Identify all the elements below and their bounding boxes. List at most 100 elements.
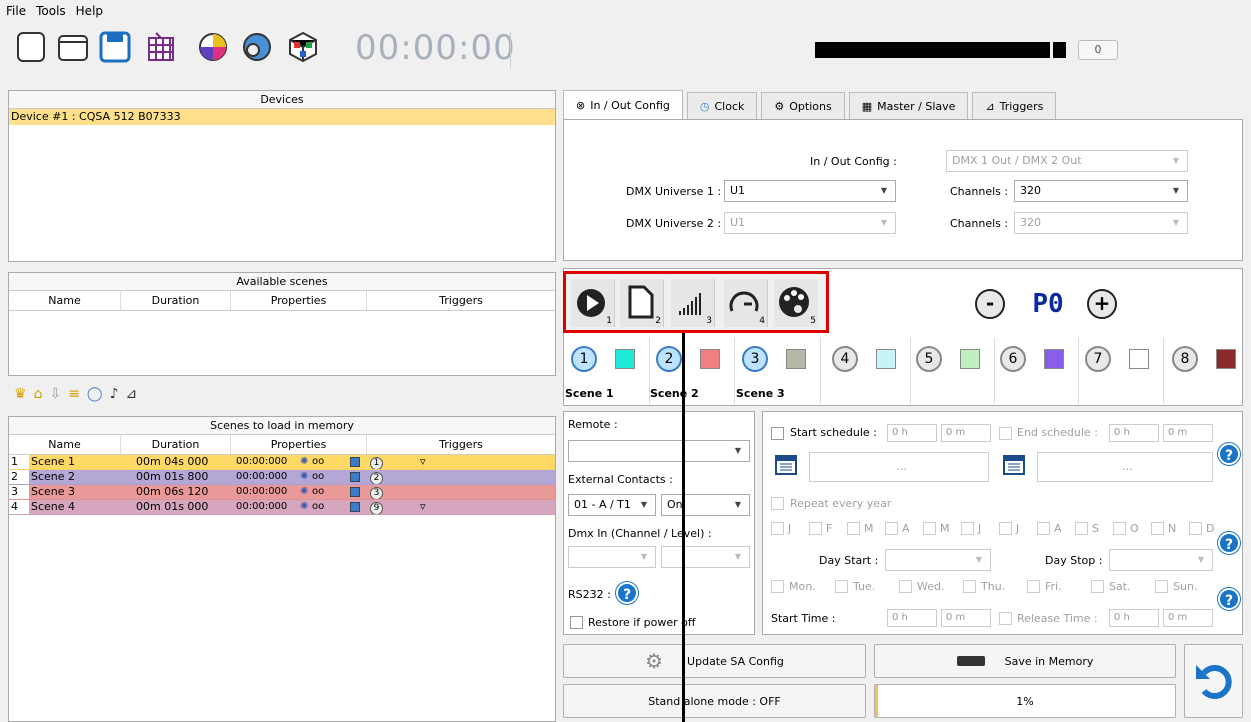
bars-icon[interactable]: ≡	[68, 386, 80, 402]
table-row[interactable]: 2 Scene 2 00m 01s 800 00:00:000 ✺ oo 2	[9, 470, 555, 485]
standalone-mode-button[interactable]: Stand alone mode : OFF	[563, 684, 866, 718]
table-row[interactable]: 1 Scene 1 00m 04s 000 00:00:000 ✺ oo 1 ▿	[9, 455, 555, 470]
dmx-in-level-select[interactable]: ▼	[661, 546, 750, 568]
end-date-field[interactable]: ...	[1037, 452, 1213, 482]
start-time-minute-spin[interactable]: 0 m	[941, 609, 991, 627]
scene-slot-color-swatch[interactable]	[615, 349, 635, 369]
day-checkbox[interactable]	[899, 580, 912, 593]
month-checkbox[interactable]	[999, 522, 1012, 535]
month-checkbox[interactable]	[809, 522, 822, 535]
down-arrow-icon[interactable]: ⇩	[49, 386, 61, 402]
day-checkbox[interactable]	[1091, 580, 1104, 593]
col-properties[interactable]: Properties	[231, 435, 367, 454]
month-checkbox[interactable]	[1151, 522, 1164, 535]
channels-2-select[interactable]: 320 ▼	[1014, 212, 1188, 234]
month-checkbox[interactable]	[1189, 522, 1202, 535]
device-row[interactable]: Device #1 : CQSA 512 B07333	[9, 109, 555, 125]
menu-tools[interactable]: Tools	[36, 4, 66, 18]
start-hour-spin[interactable]: 0 h	[887, 424, 937, 442]
start-schedule-checkbox[interactable]	[771, 427, 784, 440]
col-name[interactable]: Name	[9, 291, 121, 310]
undo-button[interactable]	[1184, 644, 1243, 718]
rs232-help-icon[interactable]: ?	[616, 582, 638, 604]
scene-slot-color-swatch[interactable]	[786, 349, 806, 369]
calendar-icon[interactable]	[775, 453, 797, 475]
scene-slot-5-button[interactable]: 5	[916, 346, 942, 372]
scene-slot-color-swatch[interactable]	[876, 349, 896, 369]
col-name[interactable]: Name	[9, 435, 121, 454]
scene-slot-color-swatch[interactable]	[1129, 349, 1149, 369]
scene-slot-color-swatch[interactable]	[700, 349, 720, 369]
page-button[interactable]: 2	[620, 279, 664, 327]
scene-slot-6-button[interactable]: 6	[1000, 346, 1026, 372]
day-checkbox[interactable]	[771, 580, 784, 593]
time-help-icon[interactable]: ?	[1218, 588, 1240, 610]
month-checkbox[interactable]	[1037, 522, 1050, 535]
tab-triggers[interactable]: ⊿ Triggers	[972, 92, 1057, 120]
start-date-field[interactable]: ...	[809, 452, 989, 482]
scene-slot-color-swatch[interactable]	[1216, 349, 1236, 369]
month-checkbox[interactable]	[961, 522, 974, 535]
scene-slot-7-button[interactable]: 7	[1085, 346, 1111, 372]
scene-slot-8-button[interactable]: 8	[1172, 346, 1198, 372]
scene-slot-color-swatch[interactable]	[960, 349, 980, 369]
table-row[interactable]: 4 Scene 4 00m 01s 000 00:00:000 ✺ oo 9 ▿	[9, 500, 555, 515]
program-plus-button[interactable]: +	[1087, 289, 1117, 319]
new-file-icon[interactable]	[14, 30, 48, 64]
month-checkbox[interactable]	[923, 522, 936, 535]
channels-1-select[interactable]: 320 ▼	[1014, 180, 1188, 202]
scene-slot-4-button[interactable]: 4	[832, 346, 858, 372]
tab-master-slave[interactable]: ▦ Master / Slave	[848, 92, 969, 120]
col-duration[interactable]: Duration	[121, 435, 231, 454]
tab-options[interactable]: ⚙ Options	[761, 92, 845, 120]
up-arrow-icon[interactable]: ⌂	[34, 386, 43, 402]
cube-icon[interactable]	[286, 30, 320, 64]
trigger-icon[interactable]: ⊿	[126, 386, 138, 402]
signal-button[interactable]: 3	[671, 279, 715, 327]
month-checkbox[interactable]	[1113, 522, 1126, 535]
release-hour-spin[interactable]: 0 h	[1109, 609, 1159, 627]
external-state-select[interactable]: On ▼	[661, 494, 750, 516]
sound-icon[interactable]: ♪	[110, 386, 119, 402]
scene-slot-color-swatch[interactable]	[1044, 349, 1064, 369]
table-row[interactable]: 3 Scene 3 00m 06s 120 00:00:000 ✺ oo 3	[9, 485, 555, 500]
calendar-icon[interactable]	[1003, 453, 1025, 475]
end-minute-spin[interactable]: 0 m	[1163, 424, 1213, 442]
dmx-universe-2-select[interactable]: U1 ▼	[724, 212, 896, 234]
day-stop-select[interactable]: ▼	[1109, 549, 1213, 571]
open-folder-icon[interactable]	[56, 30, 90, 64]
days-help-icon[interactable]: ?	[1218, 532, 1240, 554]
dmx-in-channel-select[interactable]: ▼	[568, 546, 656, 568]
settings-globe-icon[interactable]	[240, 30, 274, 64]
circle-icon[interactable]: ◯	[87, 386, 103, 402]
col-properties[interactable]: Properties	[231, 291, 367, 310]
month-checkbox[interactable]	[1075, 522, 1088, 535]
io-config-select[interactable]: DMX 1 Out / DMX 2 Out ▼	[946, 150, 1188, 172]
col-triggers[interactable]: Triggers	[367, 435, 555, 454]
month-checkbox[interactable]	[885, 522, 898, 535]
schedule-help-icon[interactable]: ?	[1218, 443, 1240, 465]
month-checkbox[interactable]	[771, 522, 784, 535]
save-in-memory-button[interactable]: Save in Memory	[874, 644, 1176, 678]
save-icon[interactable]	[98, 30, 132, 64]
palette-button[interactable]: 5	[774, 279, 818, 327]
month-checkbox[interactable]	[847, 522, 860, 535]
scene-slot-3-button[interactable]: 3	[742, 346, 768, 372]
scene-slot-2-button[interactable]: 2	[656, 346, 682, 372]
crown-icon[interactable]: ♛	[14, 386, 27, 402]
repeat-year-checkbox[interactable]	[771, 497, 784, 510]
release-minute-spin[interactable]: 0 m	[1163, 609, 1213, 627]
day-checkbox[interactable]	[1027, 580, 1040, 593]
tab-clock[interactable]: ◷ Clock	[686, 92, 758, 120]
day-start-select[interactable]: ▼	[885, 549, 991, 571]
start-minute-spin[interactable]: 0 m	[941, 424, 991, 442]
restore-checkbox[interactable]	[570, 616, 583, 629]
menu-help[interactable]: Help	[76, 4, 103, 18]
remote-select[interactable]: ▼	[568, 440, 750, 462]
menu-file[interactable]: File	[6, 4, 26, 18]
end-schedule-checkbox[interactable]	[999, 427, 1012, 440]
dmx-universe-1-select[interactable]: U1 ▼	[724, 180, 896, 202]
start-time-hour-spin[interactable]: 0 h	[887, 609, 937, 627]
day-checkbox[interactable]	[963, 580, 976, 593]
end-hour-spin[interactable]: 0 h	[1109, 424, 1159, 442]
